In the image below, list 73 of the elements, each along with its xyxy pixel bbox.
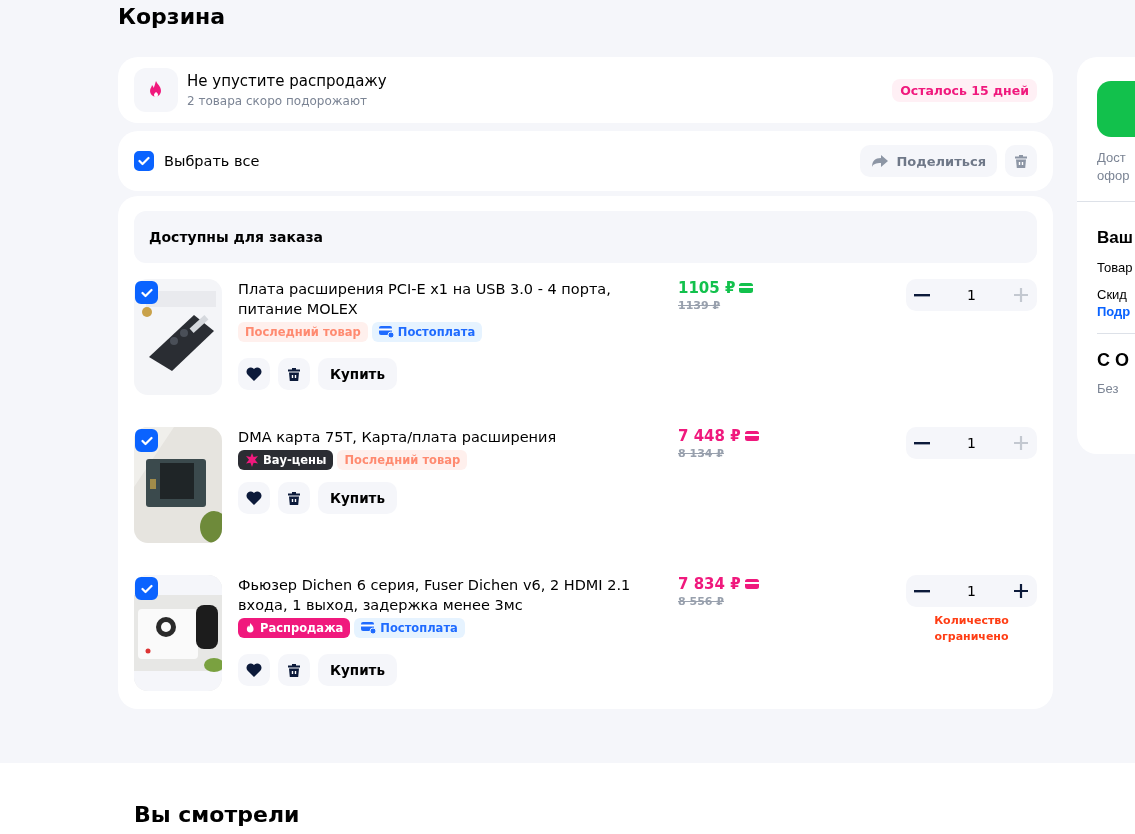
trash-icon xyxy=(1014,153,1028,169)
viewed-heading: Вы смотрели xyxy=(134,801,300,829)
postpay-label: Постоплата xyxy=(397,325,476,339)
check-icon xyxy=(140,435,153,446)
section-title: Доступны для заказа xyxy=(149,229,324,245)
select-all-label: Выбрать все xyxy=(164,153,261,169)
check-icon xyxy=(138,156,150,166)
quantity-value: 1 xyxy=(967,435,976,451)
page-title: Корзина xyxy=(118,3,226,31)
delete-button[interactable] xyxy=(278,482,310,514)
promo-subtitle: 2 товара скоро подорожают xyxy=(187,94,367,108)
buy-button[interactable]: Купить xyxy=(318,654,397,686)
heart-icon xyxy=(246,663,262,677)
buy-button[interactable]: Купить xyxy=(318,482,397,514)
heart-icon xyxy=(246,491,262,505)
wow-price-label: Вау-цены xyxy=(263,453,327,467)
product-title[interactable]: Фьюзер Dichen 6 серия, Fuser Dichen v6, 2 HDMI 2.1 входа, 1 выход, задержка менее 3мс xyxy=(238,575,658,615)
price: 7 834 ₽ xyxy=(678,575,741,593)
product-title[interactable]: Плата расширения PCI-E x1 на USB 3.0 - 4 порта, питание MOLEX xyxy=(238,279,658,319)
card-icon xyxy=(378,326,394,338)
summary-heading: Ваш xyxy=(1097,228,1133,248)
favorite-button[interactable] xyxy=(238,358,270,390)
minus-icon xyxy=(914,293,930,297)
sale-label: Распродажа xyxy=(260,621,344,635)
share-icon xyxy=(871,154,890,168)
item-checkbox[interactable] xyxy=(135,281,158,304)
old-price: 8 134 ₽ xyxy=(678,447,725,460)
heart-icon xyxy=(246,367,262,381)
plus-icon xyxy=(1014,584,1028,598)
delivery-note: Дост xyxy=(1097,149,1126,167)
delete-button[interactable] xyxy=(278,654,310,686)
check-icon xyxy=(140,583,153,594)
item-checkbox[interactable] xyxy=(135,429,158,452)
last-item-badge: Последний товар xyxy=(337,450,468,470)
card-heading: С О xyxy=(1097,350,1129,371)
details-link[interactable]: Подр xyxy=(1097,304,1131,319)
plus-icon xyxy=(1014,288,1028,302)
select-all-checkbox[interactable] xyxy=(134,151,154,171)
share-button[interactable]: Поделиться xyxy=(860,145,997,177)
old-price: 1139 ₽ xyxy=(678,299,722,312)
summary-row-label: Скид xyxy=(1097,287,1127,302)
fire-icon xyxy=(245,621,256,635)
trash-icon xyxy=(287,662,301,678)
product-title[interactable]: DMA карта 75T, Карта/плата расширения xyxy=(238,427,658,447)
summary-row-label: Товар xyxy=(1097,260,1133,275)
card-icon xyxy=(739,283,754,293)
limited-quantity-note: Количество ограничено xyxy=(933,613,1010,645)
old-price: 8 556 ₽ xyxy=(678,595,725,608)
trash-icon xyxy=(287,490,301,506)
item-checkbox[interactable] xyxy=(135,577,158,600)
buy-button[interactable]: Купить xyxy=(318,358,397,390)
price: 7 448 ₽ xyxy=(678,427,741,445)
favorite-button[interactable] xyxy=(238,654,270,686)
check-icon xyxy=(140,287,153,298)
card-icon xyxy=(744,431,759,441)
delivery-note: офор xyxy=(1097,167,1130,185)
delete-button[interactable] xyxy=(278,358,310,390)
quantity-value: 1 xyxy=(967,287,976,303)
price: 1105 ₽ xyxy=(678,279,736,297)
card-icon xyxy=(744,579,759,589)
trash-icon xyxy=(287,366,301,382)
days-left-badge: Осталось 15 дней xyxy=(892,78,1037,102)
card-text: Без xyxy=(1097,381,1119,396)
plus-icon xyxy=(1014,436,1028,450)
minus-icon xyxy=(914,441,930,445)
quantity-value: 1 xyxy=(967,583,976,599)
minus-icon xyxy=(914,589,930,593)
promo-title: Не упустите распродажу xyxy=(187,72,387,90)
star-burst-icon xyxy=(245,453,259,467)
favorite-button[interactable] xyxy=(238,482,270,514)
last-item-badge: Последний товар xyxy=(238,322,368,342)
postpay-label: Постоплата xyxy=(380,621,458,635)
card-icon xyxy=(361,622,377,634)
